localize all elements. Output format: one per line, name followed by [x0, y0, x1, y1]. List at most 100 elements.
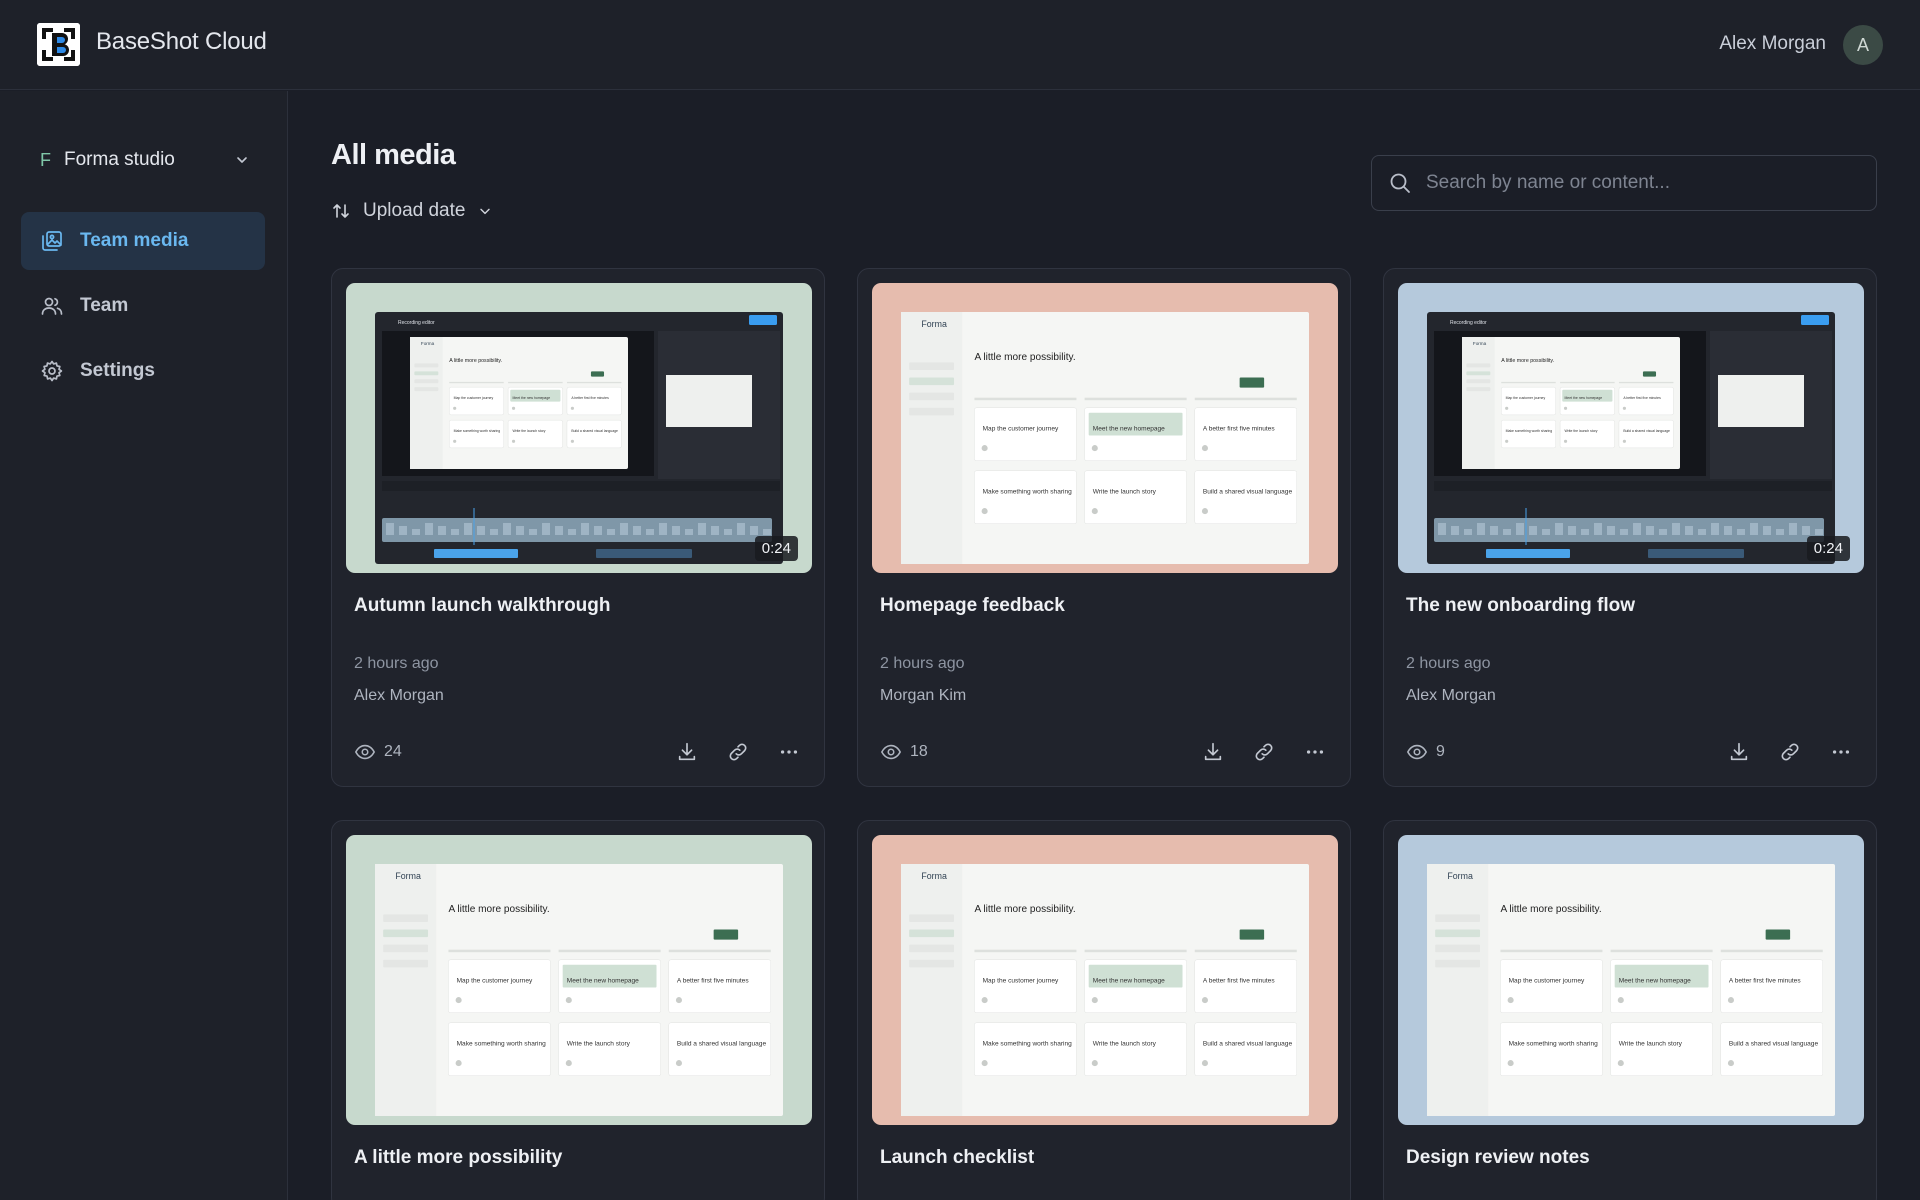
- avatar[interactable]: A: [1843, 25, 1883, 65]
- media-title[interactable]: The new onboarding flow: [1406, 595, 1635, 617]
- media-title[interactable]: Launch checklist: [880, 1147, 1034, 1169]
- svg-text:A better first five minutes: A better first five minutes: [1729, 977, 1801, 984]
- media-thumbnail[interactable]: Recording editor Forma A little more possi…: [1398, 283, 1864, 573]
- view-count-value: 9: [1436, 743, 1445, 760]
- media-thumbnail[interactable]: Recording editor Forma A little more possi…: [346, 283, 812, 573]
- download-icon: [678, 742, 696, 761]
- workspace-initial: F: [40, 149, 51, 170]
- svg-text:A better first five minutes: A better first five minutes: [1623, 396, 1661, 400]
- sidebar-item-team[interactable]: Team: [21, 277, 265, 335]
- svg-text:Meet the new homepage: Meet the new homepage: [1619, 977, 1691, 984]
- svg-text:Write the launch story: Write the launch story: [1093, 1040, 1157, 1047]
- media-card[interactable]: Forma A little more possibility. Map the c…: [1383, 820, 1877, 1200]
- copy-link-button[interactable]: [1251, 739, 1277, 765]
- upload-time: 2 hours ago: [1406, 655, 1491, 672]
- media-title[interactable]: Homepage feedback: [880, 595, 1065, 617]
- download-button[interactable]: [1200, 739, 1226, 765]
- svg-text:Map the customer journey: Map the customer journey: [1509, 977, 1585, 984]
- svg-text:Make something worth sharing: Make something worth sharing: [1509, 1040, 1599, 1047]
- svg-text:Build a shared visual language: Build a shared visual language: [1729, 1040, 1819, 1047]
- view-count: 9: [1406, 741, 1445, 763]
- more-icon: [1306, 750, 1324, 754]
- svg-text:Build a shared visual language: Build a shared visual language: [1203, 1040, 1293, 1047]
- svg-text:Forma: Forma: [395, 871, 421, 881]
- media-title[interactable]: Design review notes: [1406, 1147, 1590, 1169]
- top-bar: BaseShot Cloud Alex Morgan A: [0, 0, 1920, 90]
- sidebar-item-team-media[interactable]: Team media: [21, 212, 265, 270]
- svg-text:A little more possibility.: A little more possibility.: [974, 352, 1075, 363]
- chevron-down-icon: [480, 208, 491, 215]
- media-thumbnail[interactable]: Forma A little more possibility. Map the c…: [346, 835, 812, 1125]
- svg-text:Write the launch story: Write the launch story: [567, 1040, 631, 1047]
- sort-label: Upload date: [363, 200, 466, 221]
- media-thumbnail[interactable]: Forma A little more possibility. Map the c…: [1398, 835, 1864, 1125]
- media-card[interactable]: Recording editor Forma A little more possi…: [331, 268, 825, 787]
- svg-text:Make something worth sharing: Make something worth sharing: [983, 488, 1073, 495]
- svg-text:Map the customer journey: Map the customer journey: [1506, 396, 1546, 400]
- search-box[interactable]: [1371, 155, 1877, 211]
- thumbnail-screenshot: Forma A little more possibility. Map the c…: [346, 835, 812, 1125]
- svg-text:Make something worth sharing: Make something worth sharing: [457, 1040, 547, 1047]
- media-thumbnail[interactable]: Forma A little more possibility. Map the c…: [872, 835, 1338, 1125]
- svg-text:A little more possibility.: A little more possibility.: [448, 904, 549, 915]
- user-name[interactable]: Alex Morgan: [1719, 33, 1826, 55]
- svg-text:Write the launch story: Write the launch story: [1619, 1040, 1683, 1047]
- sidebar: F Forma studio Team media Team Settings: [0, 91, 288, 1200]
- download-button[interactable]: [674, 739, 700, 765]
- svg-text:A better first five minutes: A better first five minutes: [1203, 425, 1275, 432]
- media-thumbnail[interactable]: Forma A little more possibility. Map the c…: [872, 283, 1338, 573]
- view-count: 18: [880, 741, 928, 763]
- workspace-switcher[interactable]: F Forma studio: [40, 145, 250, 175]
- svg-text:Map the customer journey: Map the customer journey: [983, 425, 1059, 432]
- duration-badge: 0:24: [1806, 536, 1850, 561]
- app-title: BaseShot Cloud: [96, 28, 267, 55]
- search-input[interactable]: [1426, 172, 1856, 194]
- more-options-button[interactable]: [1302, 739, 1328, 765]
- card-actions: [1175, 739, 1328, 765]
- sort-dropdown[interactable]: Upload date: [331, 198, 493, 224]
- thumbnail-screenshot: Recording editor Forma A little more possi…: [1398, 283, 1864, 573]
- svg-text:Meet the new homepage: Meet the new homepage: [567, 977, 639, 984]
- download-icon: [1730, 742, 1748, 761]
- link-icon: [729, 743, 747, 761]
- copy-link-button[interactable]: [725, 739, 751, 765]
- copy-link-button[interactable]: [1777, 739, 1803, 765]
- svg-text:A better first five minutes: A better first five minutes: [1203, 977, 1275, 984]
- media-card[interactable]: Forma A little more possibility. Map the c…: [857, 820, 1351, 1200]
- eye-icon: [1406, 744, 1428, 760]
- baseshot-logo-icon[interactable]: [37, 23, 80, 66]
- svg-text:Build a shared visual language: Build a shared visual language: [677, 1040, 767, 1047]
- download-button[interactable]: [1726, 739, 1752, 765]
- more-options-button[interactable]: [776, 739, 802, 765]
- media-title[interactable]: Autumn launch walkthrough: [354, 595, 611, 617]
- svg-text:A little more possibility.: A little more possibility.: [449, 358, 502, 364]
- media-title[interactable]: A little more possibility: [354, 1147, 562, 1169]
- media-author: Morgan Kim: [880, 687, 967, 704]
- card-footer: 18: [880, 739, 1328, 765]
- link-icon: [1781, 743, 1799, 761]
- svg-text:Map the customer journey: Map the customer journey: [454, 396, 494, 400]
- upload-time: 2 hours ago: [354, 655, 439, 672]
- card-actions: [649, 739, 802, 765]
- svg-text:Map the customer journey: Map the customer journey: [983, 977, 1059, 984]
- media-icon: [40, 229, 64, 253]
- svg-text:Forma: Forma: [921, 871, 947, 881]
- svg-text:A better first five minutes: A better first five minutes: [677, 977, 749, 984]
- svg-text:Map the customer journey: Map the customer journey: [457, 977, 533, 984]
- media-card[interactable]: Recording editor Forma A little more possi…: [1383, 268, 1877, 787]
- more-options-button[interactable]: [1828, 739, 1854, 765]
- workspace-name: Forma studio: [64, 149, 175, 170]
- media-card[interactable]: Forma A little more possibility. Map the c…: [331, 820, 825, 1200]
- sidebar-item-settings[interactable]: Settings: [21, 342, 265, 400]
- svg-text:Recording editor: Recording editor: [1450, 320, 1487, 326]
- more-icon: [1832, 750, 1850, 754]
- svg-text:Write the launch story: Write the launch story: [1564, 429, 1597, 433]
- svg-text:Make something worth sharing: Make something worth sharing: [1506, 429, 1553, 433]
- svg-text:Meet the new homepage: Meet the new homepage: [1093, 977, 1165, 984]
- svg-text:A little more possibility.: A little more possibility.: [1500, 904, 1601, 915]
- svg-text:Forma: Forma: [1447, 871, 1473, 881]
- media-card[interactable]: Forma A little more possibility. Map the c…: [857, 268, 1351, 787]
- svg-text:Forma: Forma: [421, 341, 435, 346]
- page-title: All media: [331, 139, 456, 171]
- svg-text:Meet the new homepage: Meet the new homepage: [1093, 425, 1165, 432]
